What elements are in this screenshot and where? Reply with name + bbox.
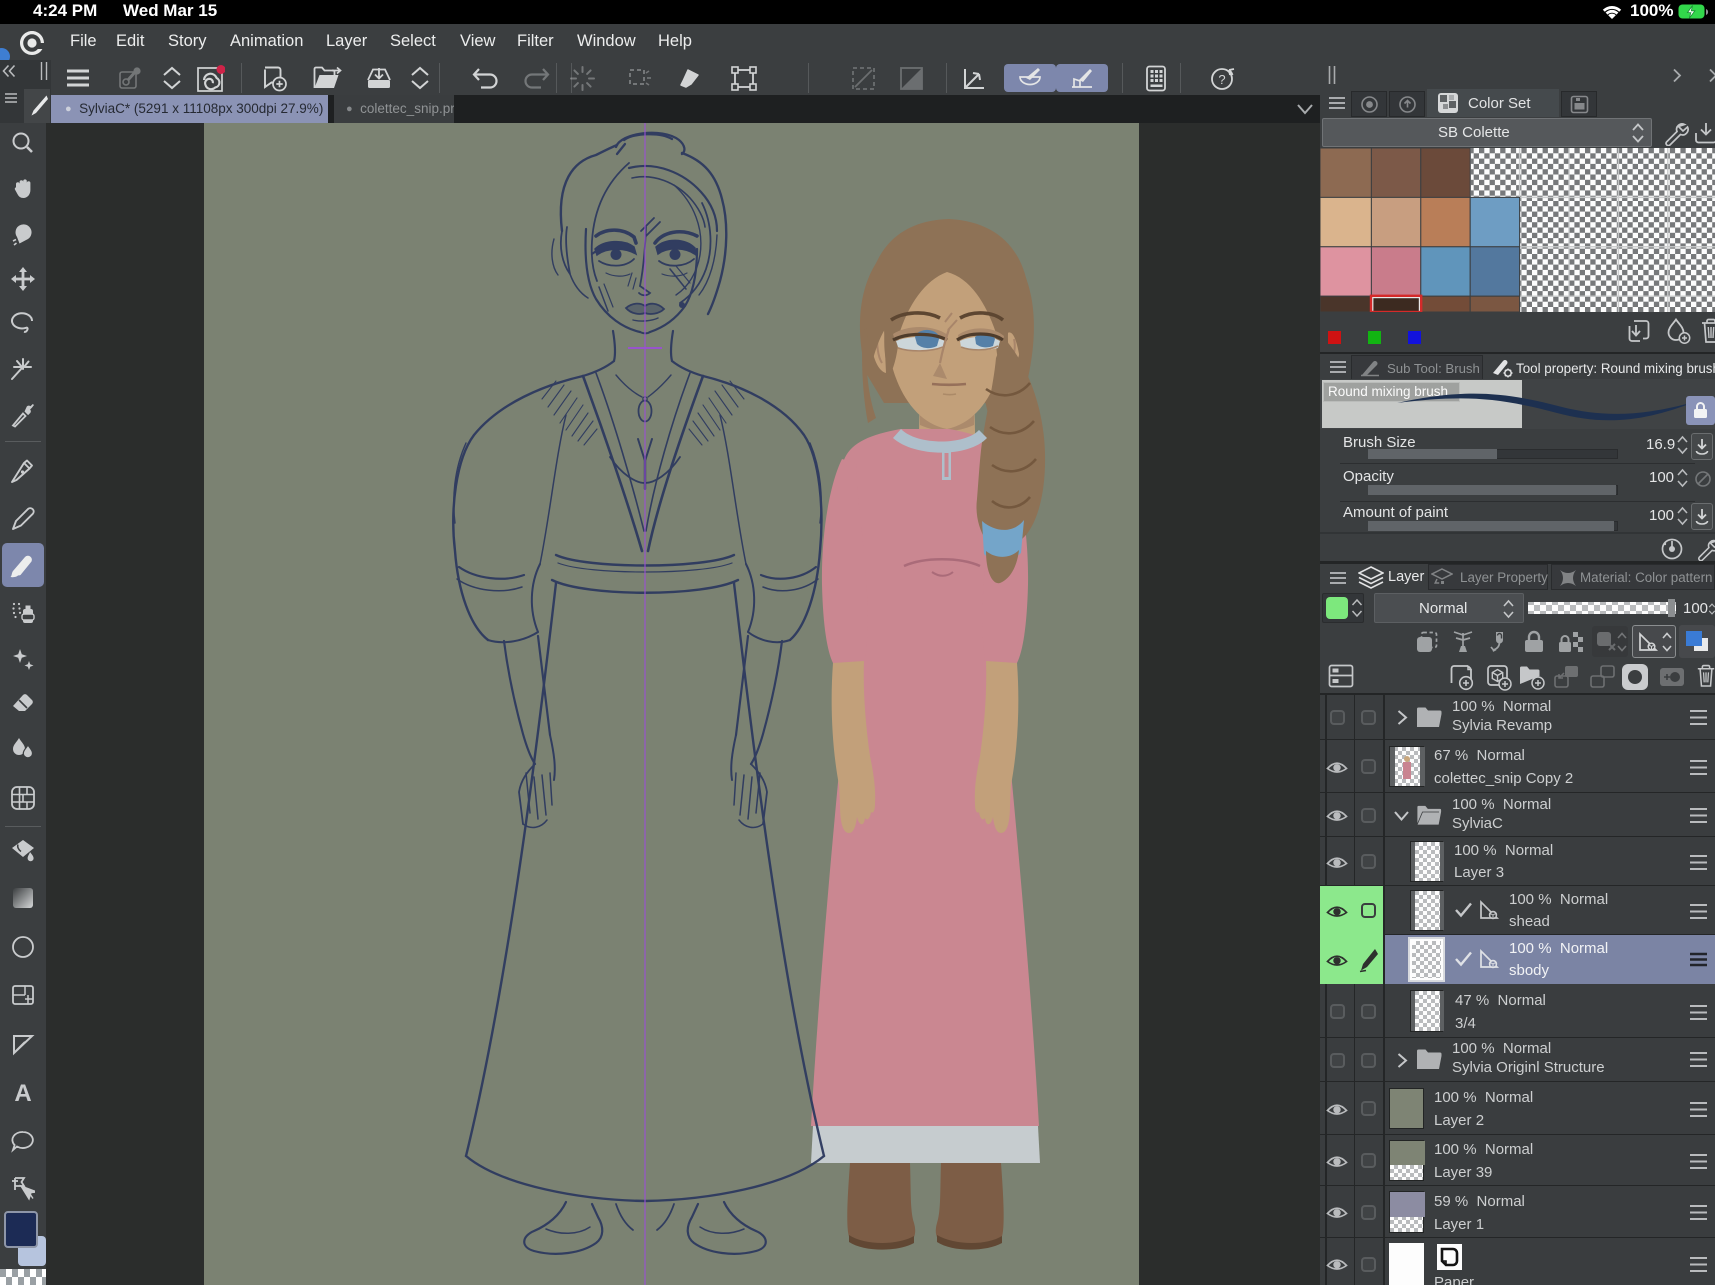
svg-text:?: ? — [1218, 72, 1225, 87]
svg-text:A: A — [14, 1080, 31, 1105]
